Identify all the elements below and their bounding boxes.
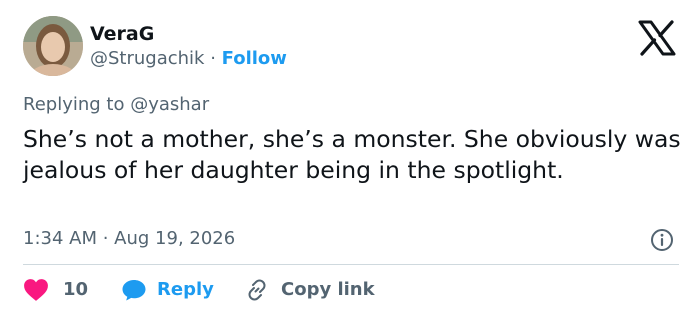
link-icon (248, 279, 266, 301)
like-button[interactable]: 10 (23, 276, 88, 304)
tweet-text: She’s not a mother, she’s a monster. She… (23, 125, 681, 184)
handle-separator: · (204, 48, 222, 69)
action-bar: 10 Reply Copy link (23, 276, 679, 304)
avatar[interactable] (23, 16, 83, 76)
x-logo-icon[interactable] (637, 20, 677, 56)
reply-label: Reply (157, 279, 214, 300)
timestamp[interactable]: 1:34 AM · Aug 19, 2026 (23, 227, 235, 251)
tweet-time[interactable]: 1:34 AM (23, 228, 97, 249)
follow-button[interactable]: Follow (222, 48, 287, 69)
author-name[interactable]: VeraG (90, 23, 154, 45)
divider (23, 264, 679, 265)
speech-bubble-icon (122, 280, 146, 301)
replying-to[interactable]: Replying to @yashar (23, 93, 209, 117)
heart-icon (24, 279, 48, 301)
author-handle[interactable]: @Strugachik (90, 48, 204, 69)
reply-button[interactable]: Reply (121, 276, 214, 304)
copy-link-button[interactable]: Copy link (245, 276, 375, 304)
author-handle-row: @Strugachik · Follow (90, 48, 287, 70)
like-count: 10 (63, 279, 89, 300)
tweet-date[interactable]: Aug 19, 2026 (114, 228, 235, 249)
copy-link-label: Copy link (281, 279, 375, 300)
date-separator: · (97, 228, 115, 249)
info-icon[interactable] (650, 228, 674, 252)
